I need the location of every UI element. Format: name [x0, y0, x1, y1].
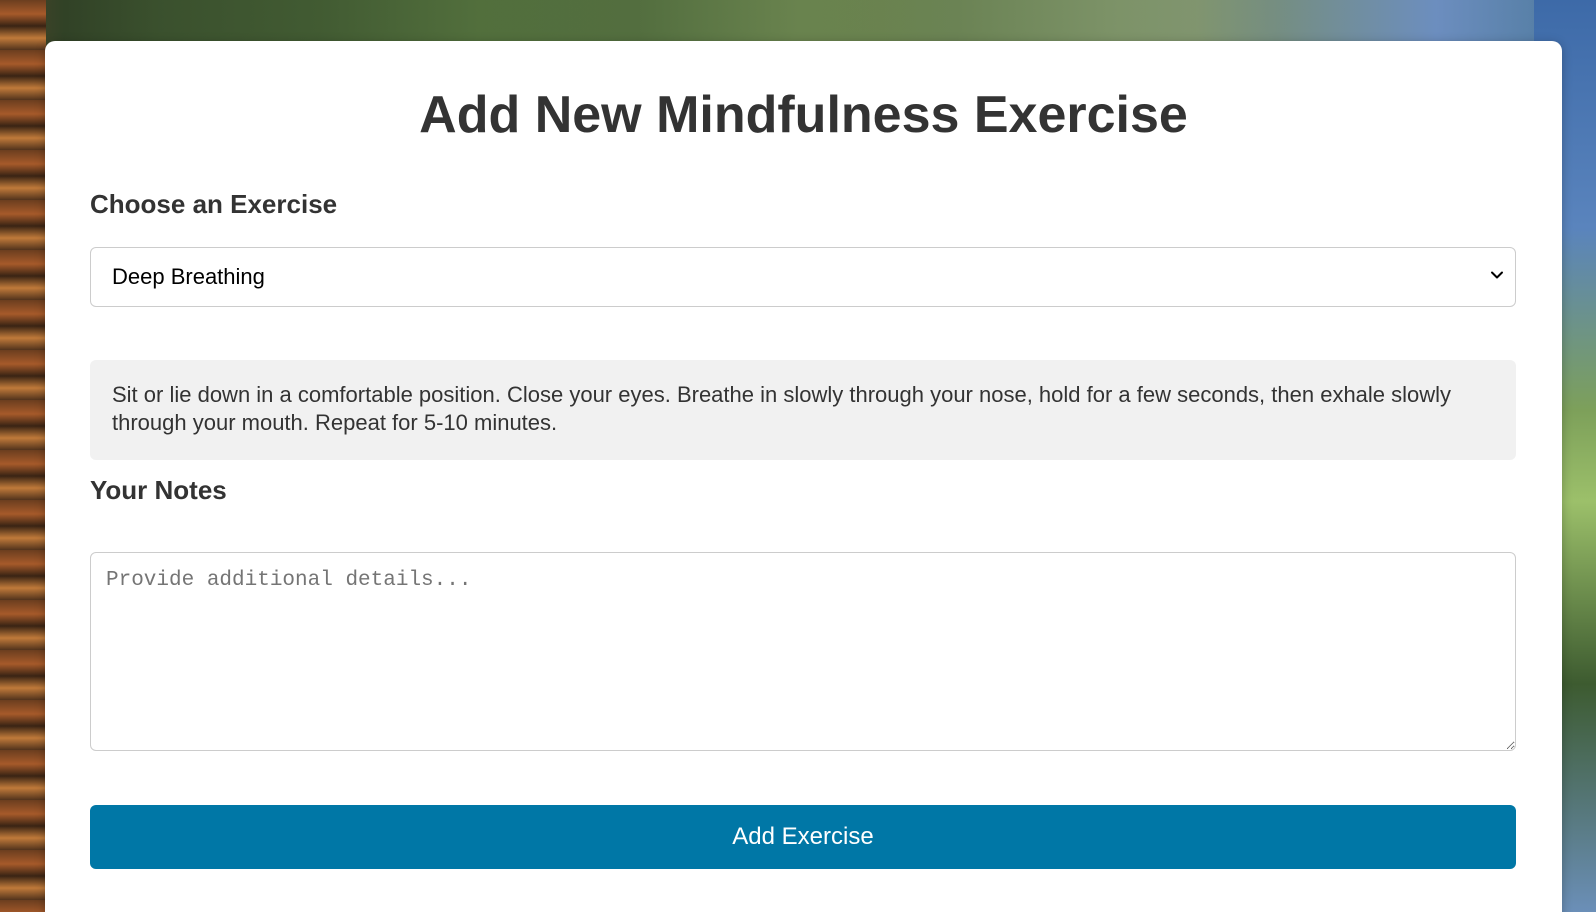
background-tree-trunk: [0, 0, 46, 912]
page-title: Add New Mindfulness Exercise: [419, 86, 1188, 144]
exercise-select-value: Deep Breathing: [112, 264, 265, 289]
exercise-select-label: Choose an Exercise: [90, 189, 338, 219]
exercise-form-card: Add New Mindfulness Exercise Choose an E…: [45, 41, 1562, 912]
exercise-select[interactable]: Deep Breathing: [90, 247, 1516, 307]
exercise-description: Sit or lie down in a comfortable positio…: [90, 360, 1516, 460]
notes-label: Your Notes: [90, 475, 227, 505]
add-exercise-button[interactable]: Add Exercise: [90, 805, 1516, 869]
chevron-down-icon: [1491, 271, 1503, 279]
notes-textarea[interactable]: [90, 552, 1516, 751]
